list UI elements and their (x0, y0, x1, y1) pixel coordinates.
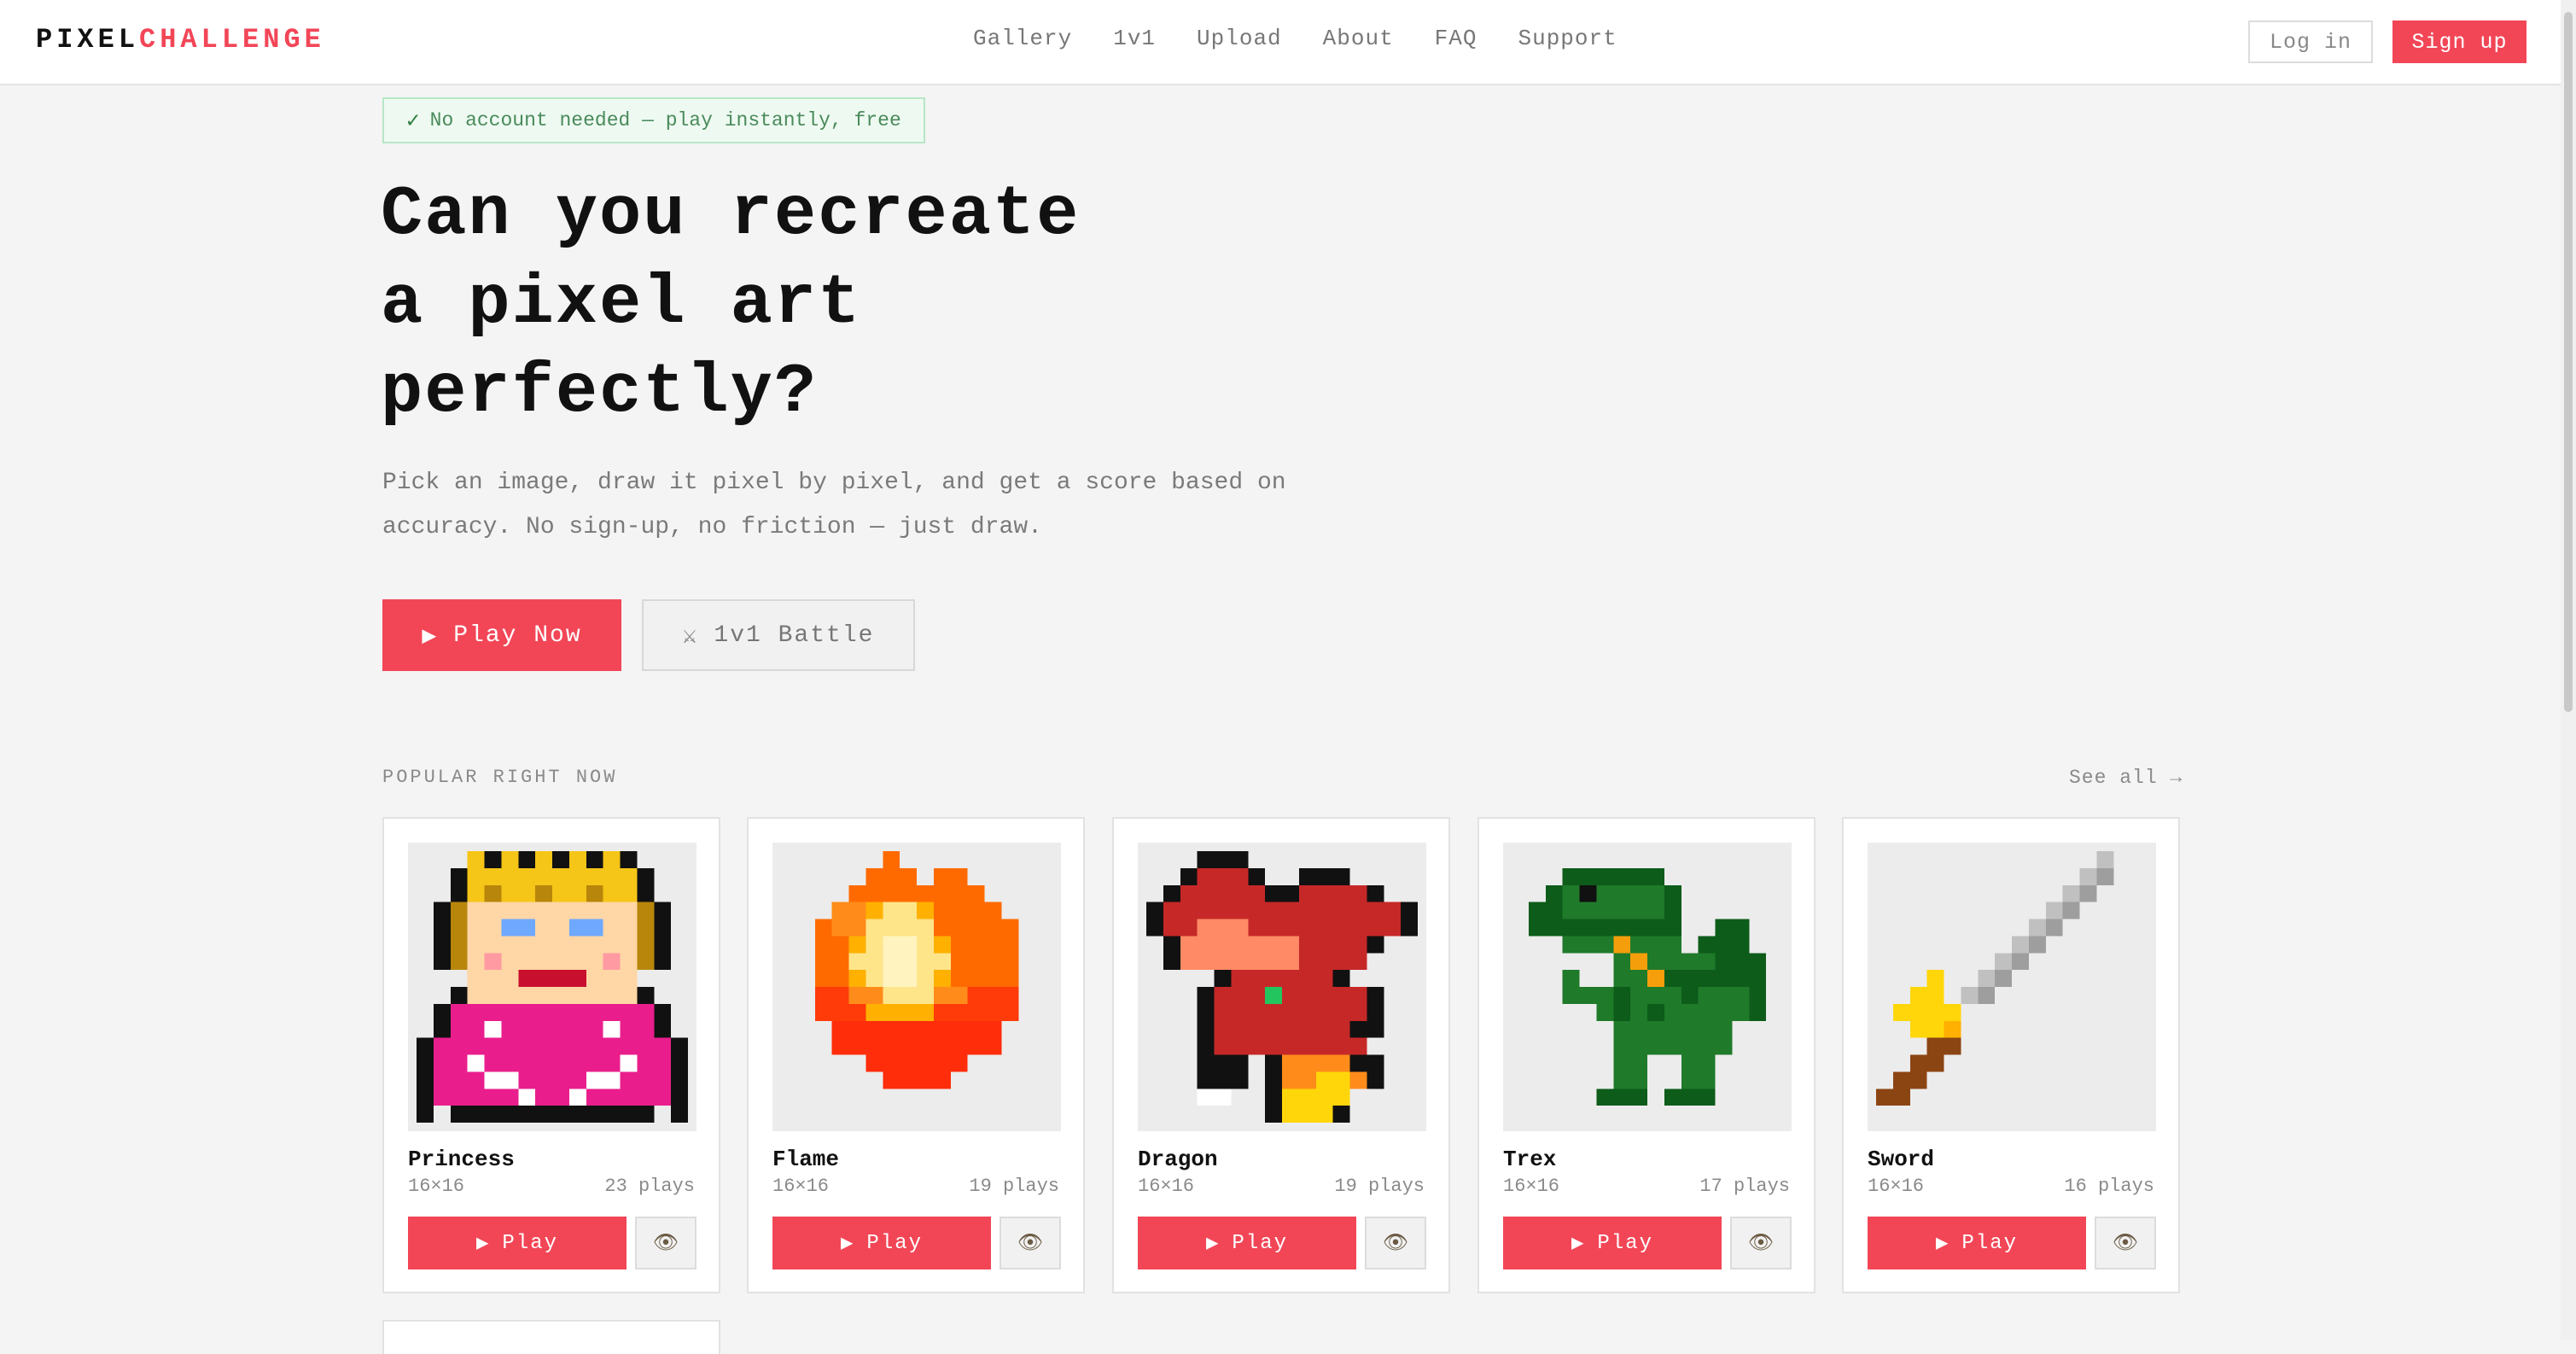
top-navbar: PIXELCHALLENGE Gallery 1v1 Upload About … (0, 0, 2561, 85)
signup-button[interactable]: Sign up (2392, 20, 2526, 63)
play-now-button[interactable]: ▶ Play Now (382, 599, 621, 671)
card-title: Princess (408, 1147, 515, 1172)
eye-icon[interactable]: 👁 (1730, 1217, 1792, 1269)
play-label: Play (866, 1231, 924, 1255)
eye-icon[interactable]: 👁 (635, 1217, 696, 1269)
card-plays: 19 plays (1334, 1176, 1425, 1197)
hero-title: Can you recreate a pixel art perfectly? (381, 171, 1320, 437)
play-now-label: Play Now (453, 622, 582, 649)
swords-icon: ⚔ (682, 623, 699, 651)
card-title: Flame (772, 1147, 840, 1172)
challenge-card-trex: Trex 16×16 17 plays ▶ Play 👁 (1477, 817, 1815, 1293)
nav-link-gallery[interactable]: Gallery (973, 26, 1072, 51)
card-play-button[interactable]: ▶ Play (1503, 1217, 1722, 1269)
trex-thumbnail[interactable] (1503, 843, 1792, 1131)
card-title: Sword (1868, 1147, 1935, 1172)
see-all-link[interactable]: See all → (2069, 767, 2183, 789)
hero-subtitle: Pick an image, draw it pixel by pixel, a… (382, 461, 1407, 550)
hero-subtitle-line: Pick an image, draw it pixel by pixel, a… (382, 470, 1286, 496)
card-size: 16×16 (1138, 1176, 1195, 1197)
nav-menu: Gallery 1v1 Upload About FAQ Support (973, 26, 1617, 51)
logo-text-pixel: PIXEL (36, 24, 140, 55)
play-label: Play (502, 1231, 559, 1255)
play-icon: ▶ (1935, 1233, 1950, 1256)
battle-button[interactable]: ⚔ 1v1 Battle (642, 599, 915, 671)
nav-link-about[interactable]: About (1323, 26, 1394, 51)
card-play-button[interactable]: ▶ Play (1138, 1217, 1356, 1269)
dragon-thumbnail[interactable] (1138, 843, 1426, 1131)
nav-link-upload[interactable]: Upload (1197, 26, 1282, 51)
page-scrollbar[interactable] (2561, 0, 2576, 1340)
card-size: 16×16 (408, 1176, 465, 1197)
card-size: 16×16 (772, 1176, 830, 1197)
play-icon: ▶ (475, 1233, 491, 1256)
popular-section-label: POPULAR RIGHT NOW (382, 767, 618, 788)
card-title: Dragon (1138, 1147, 1218, 1172)
nav-link-support[interactable]: Support (1518, 26, 1617, 51)
card-plays: 16 plays (2064, 1176, 2154, 1197)
play-icon: ▶ (422, 623, 439, 651)
no-account-badge: ✓ No account needed — play instantly, fr… (382, 97, 925, 143)
card-play-button[interactable]: ▶ Play (772, 1217, 991, 1269)
card-size: 16×16 (1503, 1176, 1560, 1197)
dragon-pixel-art (1146, 851, 1418, 1123)
eye-icon[interactable]: 👁 (1000, 1217, 1061, 1269)
login-button[interactable]: Log in (2248, 20, 2373, 63)
hero-title-line: perfectly? (381, 353, 819, 432)
challenge-card-dragon: Dragon 16×16 19 plays ▶ Play 👁 (1112, 817, 1450, 1293)
badge-text: No account needed — play instantly, free (429, 109, 901, 131)
play-icon: ▶ (840, 1233, 855, 1256)
hero-subtitle-line: accuracy. No sign-up, no friction — just… (382, 514, 1042, 540)
princess-thumbnail[interactable] (408, 843, 696, 1131)
flame-thumbnail[interactable] (772, 843, 1061, 1131)
play-label: Play (1961, 1231, 2019, 1255)
check-icon: ✓ (406, 108, 420, 134)
sword-thumbnail[interactable] (1868, 843, 2156, 1131)
princess-pixel-art (417, 851, 688, 1123)
challenge-card-princess: Princess 16×16 23 plays ▶ Play 👁 (382, 817, 720, 1293)
sword-pixel-art (1876, 851, 2114, 1106)
hero-title-line: a pixel art (381, 264, 862, 343)
eye-icon[interactable]: 👁 (1365, 1217, 1426, 1269)
play-icon: ▶ (1205, 1233, 1221, 1256)
nav-link-faq[interactable]: FAQ (1435, 26, 1477, 51)
trex-pixel-art (1528, 867, 1767, 1106)
battle-label: 1v1 Battle (714, 622, 875, 649)
card-plays: 19 plays (969, 1176, 1059, 1197)
challenge-card-sword: Sword 16×16 16 plays ▶ Play 👁 (1842, 817, 2180, 1293)
hero-title-line: Can you recreate (381, 175, 1081, 254)
nav-link-1v1[interactable]: 1v1 (1113, 26, 1156, 51)
card-plays: 23 plays (604, 1176, 695, 1197)
card-play-button[interactable]: ▶ Play (408, 1217, 627, 1269)
flame-pixel-art (814, 851, 1019, 1089)
scrollbar-thumb[interactable] (2564, 12, 2573, 712)
card-play-button[interactable]: ▶ Play (1868, 1217, 2086, 1269)
site-logo[interactable]: PIXELCHALLENGE (36, 24, 325, 55)
card-size: 16×16 (1868, 1176, 1925, 1197)
play-label: Play (1232, 1231, 1289, 1255)
play-label: Play (1597, 1231, 1654, 1255)
challenge-card-partial (382, 1320, 720, 1354)
card-plays: 17 plays (1699, 1176, 1790, 1197)
logo-text-challenge: CHALLENGE (139, 24, 325, 55)
card-title: Trex (1503, 1147, 1557, 1172)
play-icon: ▶ (1571, 1233, 1586, 1256)
challenge-card-flame: Flame 16×16 19 plays ▶ Play 👁 (747, 817, 1085, 1293)
eye-icon[interactable]: 👁 (2095, 1217, 2156, 1269)
